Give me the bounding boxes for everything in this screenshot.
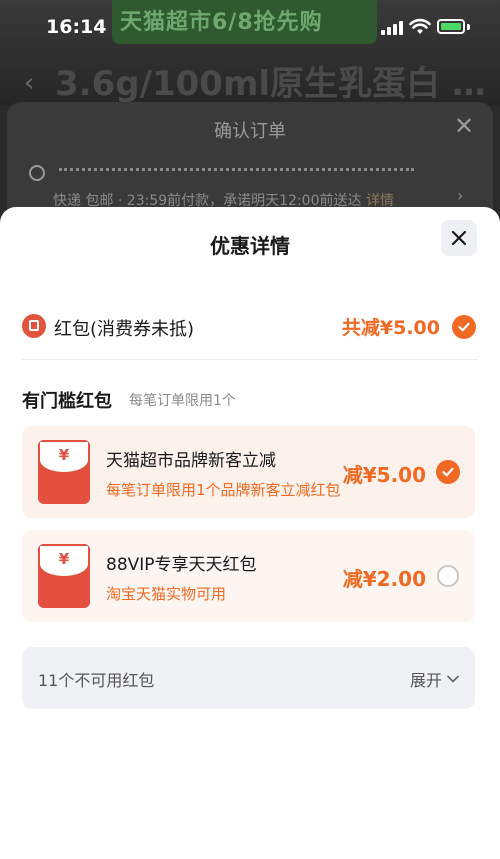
expand-label: 展开 (409, 671, 442, 690)
unavailable-label: 11个不可用红包 (38, 671, 155, 690)
expand-button[interactable]: 展开 (410, 667, 459, 691)
coupon-name: 88VIP专享天天红包 (106, 555, 257, 575)
address-placeholder (59, 168, 414, 178)
coupon-amount: 减¥2.00 (342, 567, 426, 591)
battery-tip (467, 24, 470, 30)
section-title: 有门槛红包 (22, 391, 112, 412)
product-title: 3.6g/100ml原生乳蛋白 … (55, 64, 486, 104)
coupon-amount: 减¥5.00 (342, 463, 426, 487)
check-icon[interactable] (452, 315, 476, 339)
summary-label: 红包(消费券未抵) (54, 319, 195, 340)
wifi-icon (409, 18, 431, 34)
divider (22, 359, 478, 360)
status-bar: 16:14 (0, 0, 500, 52)
summary-amount: 共减¥5.00 (341, 317, 440, 339)
radio-unselected[interactable] (437, 565, 459, 587)
red-packet-icon: ¥ (38, 440, 90, 504)
check-icon[interactable] (436, 460, 460, 484)
red-packet-icon: ¥ (38, 544, 90, 608)
close-icon[interactable]: ✕ (454, 112, 474, 140)
coupon-card[interactable]: ¥ 天猫超市品牌新客立减 每笔订单限用1个品牌新客立减红包 减¥5.00 (22, 426, 475, 518)
red-packet-summary[interactable]: 红包(消费券未抵) 共减¥5.00 (22, 307, 478, 347)
close-icon (451, 230, 467, 246)
discount-details-sheet: 优惠详情 红包(消费券未抵) 共减¥5.00 有门槛红包 每笔订单限用1个 ¥ … (0, 207, 500, 859)
coupon-description: 每笔订单限用1个品牌新客立减红包 (106, 481, 341, 499)
chevron-right-icon[interactable]: › (457, 186, 463, 205)
yen-symbol: ¥ (58, 550, 70, 568)
signal-icon (381, 21, 405, 35)
yen-symbol: ¥ (58, 446, 70, 464)
coupon-card[interactable]: ¥ 88VIP专享天天红包 淘宝天猫实物可用 减¥2.00 (22, 530, 475, 622)
back-arrow-icon[interactable]: ‹ (24, 68, 34, 98)
coupon-description: 淘宝天猫实物可用 (106, 585, 227, 603)
section-subtitle: 每笔订单限用1个 (129, 393, 236, 409)
red-packet-icon (22, 314, 46, 338)
close-button[interactable] (441, 220, 477, 256)
location-pin-icon (29, 165, 45, 181)
confirm-order-title: 确认订单 (214, 121, 286, 142)
unavailable-coupons-row[interactable]: 11个不可用红包 展开 (22, 647, 475, 709)
confirm-order-sheet: 确认订单 ✕ 快递 包邮 · 23:59前付款，承诺明天12:00前送达 详情 … (7, 102, 493, 222)
sheet-title: 优惠详情 (210, 234, 290, 258)
battery-icon (437, 19, 465, 34)
chevron-down-icon (447, 675, 459, 683)
status-time: 16:14 (46, 16, 107, 38)
coupon-name: 天猫超市品牌新客立减 (106, 451, 276, 471)
